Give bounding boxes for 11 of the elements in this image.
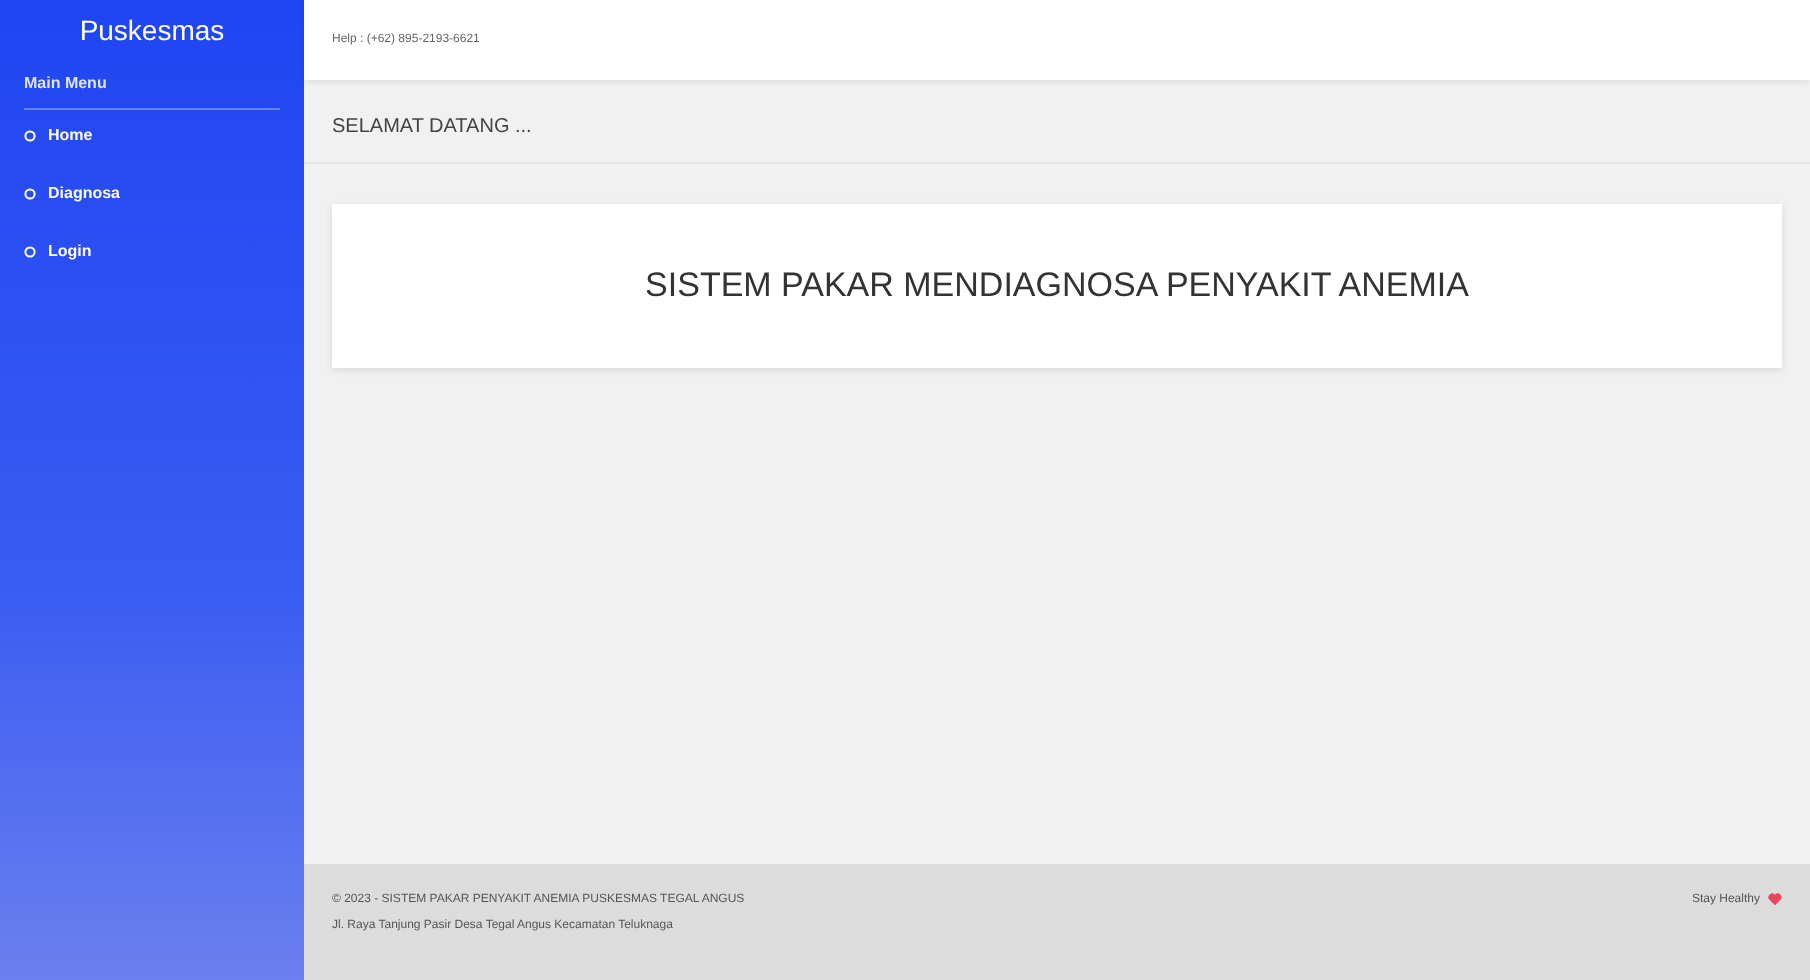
circle-icon [24, 246, 36, 258]
heart-icon [1768, 892, 1782, 906]
menu-item[interactable]: Diagnosa [24, 168, 280, 226]
circle-icon [24, 130, 36, 142]
menu-section-label: Main Menu [24, 64, 280, 110]
brand-title: Puskesmas [77, 12, 227, 50]
menu-item[interactable]: Home [24, 110, 280, 168]
circle-icon [24, 188, 36, 200]
menu-item[interactable]: Login [24, 226, 280, 284]
title-banner: SISTEM PAKAR MENDIAGNOSA PENYAKIT ANEMIA [332, 204, 1782, 367]
page-header: SELAMAT DATANG ... [304, 80, 1810, 164]
